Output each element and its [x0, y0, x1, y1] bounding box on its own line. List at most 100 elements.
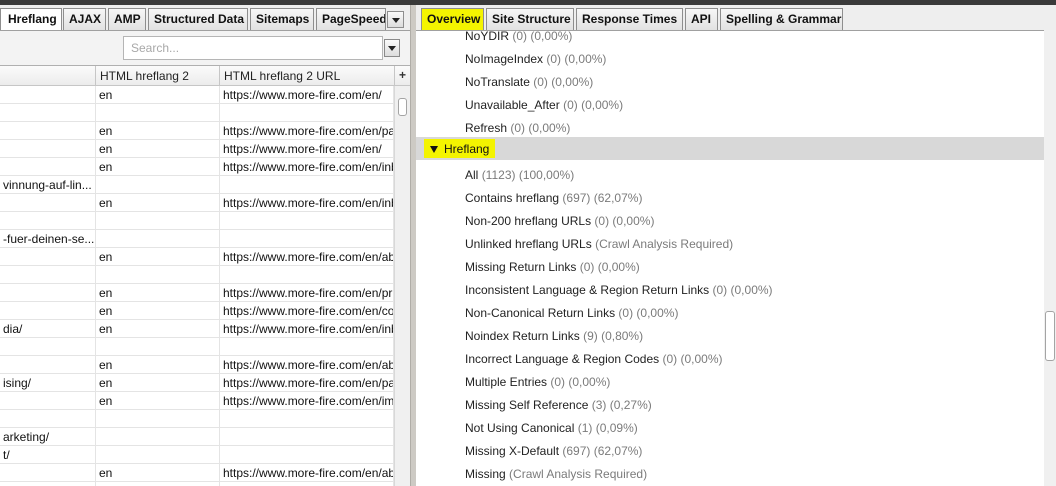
search-dropdown-button[interactable]: [384, 39, 400, 57]
table-row[interactable]: [0, 212, 394, 230]
tab-overflow-dropdown-button[interactable]: [387, 11, 404, 28]
table-row[interactable]: arketing/: [0, 428, 394, 446]
tree-item-count: (Crawl Analysis Required): [595, 237, 734, 251]
table-row[interactable]: en https://www.more-fire.com/en/pri: [0, 284, 394, 302]
table-cell: [0, 302, 96, 320]
table-body: en https://www.more-fire.com/en/en https:/…: [0, 86, 394, 486]
tree-item[interactable]: Missing X-Default (697) (62,07%): [465, 440, 642, 462]
tree-item[interactable]: NoTranslate (0) (0,00%): [465, 71, 593, 93]
tree-item-count: (0) (0,00%): [579, 260, 640, 274]
scrollbar-thumb[interactable]: [1045, 311, 1055, 361]
tree-item[interactable]: Multiple Entries (0) (0,00%): [465, 371, 610, 393]
table-cell: [96, 338, 220, 356]
table-cell: en: [96, 356, 220, 374]
tree-item[interactable]: Unavailable_After (0) (0,00%): [465, 94, 623, 116]
table-row[interactable]: en https://www.more-fire.com/en/: [0, 140, 394, 158]
tree-item-label: Unlinked hreflang URLs: [465, 237, 592, 251]
table-cell: en: [96, 248, 220, 266]
tree-item-label: Unavailable_After: [465, 98, 560, 112]
table-cell: [0, 284, 96, 302]
table-cell: en: [96, 464, 220, 482]
tree-item[interactable]: Refresh (0) (0,00%): [465, 117, 570, 139]
table-cell: [0, 464, 96, 482]
table-cell: [220, 338, 394, 356]
table-row[interactable]: ising/en https://www.more-fire.com/en/pa: [0, 374, 394, 392]
tree-item[interactable]: Unlinked hreflang URLs (Crawl Analysis R…: [465, 233, 733, 255]
table-cell: https://www.more-fire.com/en/pa: [220, 122, 394, 140]
table-cell: en: [96, 320, 220, 338]
tree-item[interactable]: All (1123) (100,00%): [465, 164, 574, 186]
tab-structured-data[interactable]: Structured Data: [148, 8, 248, 30]
tree-item[interactable]: Non-200 hreflang URLs (0) (0,00%): [465, 210, 654, 232]
table-row[interactable]: enhttps://www.more-fire.com/en/ab: [0, 248, 394, 266]
table-row[interactable]: enhttps://www.more-fire.com/en/ab: [0, 464, 394, 482]
tree-item[interactable]: Missing Return Links (0) (0,00%): [465, 256, 640, 278]
left-pane: Hreflang AJAX AMP Structured Data Sitema…: [0, 5, 410, 486]
table-cell: en: [96, 392, 220, 410]
tree-item-count: (3) (0,27%): [591, 398, 652, 412]
table-row[interactable]: en https://www.more-fire.com/en/: [0, 86, 394, 104]
table-cell: en: [96, 482, 220, 486]
table-row[interactable]: [0, 338, 394, 356]
tree-vertical-scrollbar[interactable]: [1044, 30, 1056, 486]
tab-hreflang[interactable]: Hreflang: [0, 8, 62, 30]
table-vertical-scrollbar[interactable]: [394, 86, 410, 486]
tab-ajax[interactable]: AJAX: [63, 8, 106, 30]
table-row[interactable]: [0, 104, 394, 122]
tab-sitemaps[interactable]: Sitemaps: [250, 8, 314, 30]
table-row[interactable]: -fuer-deinen-se...: [0, 230, 394, 248]
tree-item[interactable]: NoYDIR (0) (0,00%): [465, 31, 572, 47]
table-row[interactable]: [0, 266, 394, 284]
table-row[interactable]: enhttps://www.more-fire.com/en/ab: [0, 482, 394, 486]
tab-response-times[interactable]: Response Times: [576, 8, 683, 30]
tab-amp[interactable]: AMP: [108, 8, 146, 30]
table-row[interactable]: vinnung-auf-lin...: [0, 176, 394, 194]
tab-spelling-grammar[interactable]: Spelling & Grammar: [720, 8, 843, 30]
table-cell: en: [96, 302, 220, 320]
table-row[interactable]: en https://www.more-fire.com/en/co: [0, 302, 394, 320]
add-column-button[interactable]: +: [395, 66, 410, 86]
tree-item-count: (697) (62,07%): [562, 444, 643, 458]
column-header-address[interactable]: [0, 66, 96, 86]
tree-item[interactable]: Non-Canonical Return Links (0) (0,00%): [465, 302, 678, 324]
tree-item[interactable]: NoImageIndex (0) (0,00%): [465, 48, 606, 70]
table-row[interactable]: en https://www.more-fire.com/en/im: [0, 392, 394, 410]
table-cell: https://www.more-fire.com/en/ab: [220, 248, 394, 266]
tree-item-count: (0) (0,00%): [618, 306, 679, 320]
table-row[interactable]: en https://www.more-fire.com/en/inb: [0, 158, 394, 176]
table-row[interactable]: dia/en https://www.more-fire.com/en/inb: [0, 320, 394, 338]
tree-group-hreflang[interactable]: Hreflang: [416, 137, 1044, 160]
tree-item[interactable]: Not Using Canonical (1) (0,09%): [465, 417, 638, 439]
table-cell: ising/: [0, 374, 96, 392]
tree-item-label: Missing X-Default: [465, 444, 560, 458]
search-input[interactable]: [123, 36, 383, 60]
column-header-html-hreflang-2-url[interactable]: HTML hreflang 2 URL: [220, 66, 395, 86]
table-row[interactable]: enhttps://www.more-fire.com/en/ab: [0, 356, 394, 374]
table-row[interactable]: en https://www.more-fire.com/en/pa: [0, 122, 394, 140]
table-row[interactable]: [0, 410, 394, 428]
tree-item-label: Refresh: [465, 121, 508, 135]
overview-tree: Hreflang NoYDIR (0) (0,00%) NoImageIndex …: [416, 30, 1044, 486]
tree-item-label: Non-200 hreflang URLs: [465, 214, 592, 228]
tree-item[interactable]: Missing (Crawl Analysis Required): [465, 463, 647, 485]
tree-item-label: Non-Canonical Return Links: [465, 306, 616, 320]
tab-overview[interactable]: Overview: [421, 8, 484, 30]
table-row[interactable]: en https://www.more-fire.com/en/inb: [0, 194, 394, 212]
tab-site-structure[interactable]: Site Structure: [486, 8, 574, 30]
tree-item[interactable]: Contains hreflang (697) (62,07%): [465, 187, 642, 209]
tree-item-label: Noindex Return Links: [465, 329, 580, 343]
table-cell: en: [96, 284, 220, 302]
table-cell: en: [96, 158, 220, 176]
table-cell: [0, 410, 96, 428]
tab-pagespeed[interactable]: PageSpeed: [316, 8, 386, 30]
tree-item-count: (0) (0,00%): [546, 52, 607, 66]
table-cell: [0, 158, 96, 176]
table-row[interactable]: t/: [0, 446, 394, 464]
tree-item[interactable]: Incorrect Language & Region Codes (0) (0…: [465, 348, 723, 370]
tree-item[interactable]: Noindex Return Links (9) (0,80%): [465, 325, 643, 347]
tab-api[interactable]: API: [685, 8, 718, 30]
tree-item[interactable]: Missing Self Reference (3) (0,27%): [465, 394, 652, 416]
scrollbar-thumb[interactable]: [398, 98, 407, 116]
column-header-html-hreflang-2[interactable]: HTML hreflang 2: [96, 66, 220, 86]
tree-item[interactable]: Inconsistent Language & Region Return Li…: [465, 279, 773, 301]
